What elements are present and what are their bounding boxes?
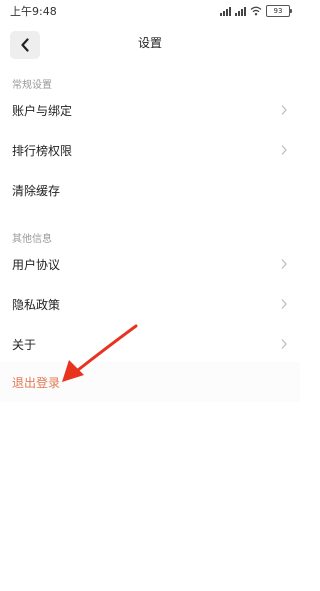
status-bar: 上午9:48 93 bbox=[0, 0, 300, 22]
row-label: 关于 bbox=[12, 337, 37, 352]
row-clear-cache[interactable]: 清除缓存 bbox=[0, 171, 300, 209]
chevron-right-icon bbox=[281, 299, 287, 309]
row-label: 清除缓存 bbox=[12, 183, 61, 198]
row-label: 用户协议 bbox=[12, 257, 61, 272]
logout-button[interactable]: 退出登录 bbox=[0, 362, 300, 402]
chevron-right-icon bbox=[281, 145, 287, 155]
chevron-right-icon bbox=[281, 105, 287, 115]
cell-signal-icon-2 bbox=[235, 6, 246, 16]
page-title: 设置 bbox=[137, 36, 162, 50]
row-account-binding[interactable]: 账户与绑定 bbox=[0, 91, 300, 129]
battery-icon: 93 bbox=[266, 5, 292, 17]
top-bar: 设置 bbox=[0, 22, 300, 66]
wifi-icon bbox=[250, 6, 262, 16]
status-time: 上午9:48 bbox=[10, 5, 57, 18]
row-user-agreement[interactable]: 用户协议 bbox=[0, 245, 300, 283]
row-label: 隐私政策 bbox=[12, 297, 61, 312]
chevron-right-icon bbox=[281, 339, 287, 349]
status-icons: 93 bbox=[220, 5, 292, 17]
row-leaderboard-permission[interactable]: 排行榜权限 bbox=[0, 131, 300, 169]
section-header-general: 常规设置 bbox=[12, 80, 52, 91]
logout-label: 退出登录 bbox=[12, 375, 61, 390]
row-label: 账户与绑定 bbox=[12, 103, 73, 118]
row-label: 排行榜权限 bbox=[12, 143, 73, 158]
row-about[interactable]: 关于 bbox=[0, 325, 300, 363]
section-header-other: 其他信息 bbox=[12, 234, 52, 245]
chevron-right-icon bbox=[281, 259, 287, 269]
row-privacy-policy[interactable]: 隐私政策 bbox=[0, 285, 300, 323]
cell-signal-icon bbox=[220, 6, 231, 16]
battery-level: 93 bbox=[273, 7, 283, 15]
